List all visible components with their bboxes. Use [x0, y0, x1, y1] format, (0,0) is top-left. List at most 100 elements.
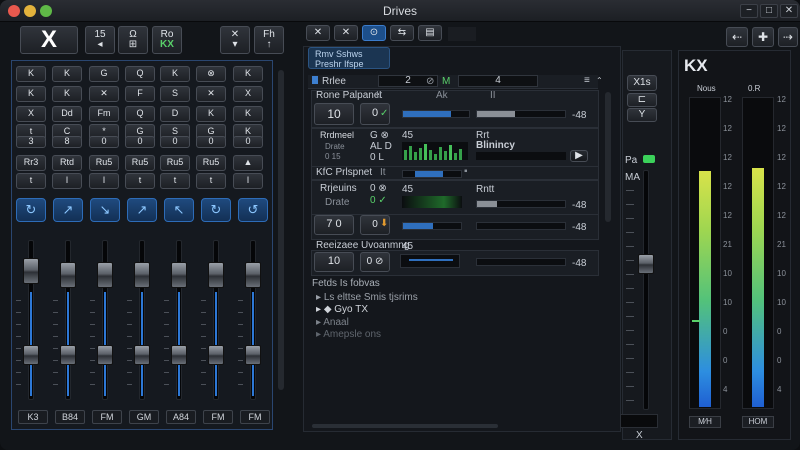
grid-key[interactable]: Fm	[89, 106, 119, 122]
left-scrollbar[interactable]	[278, 70, 284, 390]
arrow-button[interactable]: ↺	[238, 198, 268, 222]
fader-knob[interactable]	[97, 345, 113, 365]
toolbar-button[interactable]: ✕	[306, 25, 330, 41]
grid-key[interactable]: F	[125, 86, 155, 102]
fader-cap[interactable]	[23, 258, 39, 284]
prev-icon[interactable]: ⇠	[726, 27, 748, 47]
grid-key[interactable]: Rr3	[16, 155, 46, 171]
grid-key[interactable]: Q	[125, 106, 155, 122]
value-box-b[interactable]: 0 ⊘	[360, 252, 390, 272]
grid-key[interactable]: Ru5	[196, 155, 226, 171]
fader-knob[interactable]	[134, 345, 150, 365]
fader-knob[interactable]	[245, 345, 261, 365]
grid-key[interactable]: S	[160, 86, 190, 102]
play-button[interactable]: ▶	[570, 150, 588, 162]
side-button[interactable]: Y	[627, 108, 657, 122]
grid-key[interactable]: I	[52, 173, 82, 189]
grid-key[interactable]: 0	[233, 136, 263, 148]
fader-knob[interactable]	[171, 345, 187, 365]
grid-key[interactable]: K	[233, 66, 263, 82]
key-a[interactable]: 0 ⊗	[370, 183, 387, 194]
value-box[interactable]: 7 0	[314, 215, 354, 235]
side-fader-slot[interactable]	[643, 170, 649, 410]
arrow-button[interactable]: ↻	[16, 198, 46, 222]
tool-button-1[interactable]: 15 ◂	[85, 26, 115, 54]
maximize-button[interactable]: □	[760, 4, 778, 18]
grid-key[interactable]: 8	[52, 136, 82, 148]
grid-key[interactable]: 0	[125, 136, 155, 148]
grid-key[interactable]: X	[16, 106, 46, 122]
grid-key[interactable]: Ru5	[125, 155, 155, 171]
fader-cap[interactable]	[171, 262, 187, 288]
grid-key[interactable]: 0	[89, 136, 119, 148]
key-b[interactable]: 0 ✓	[370, 195, 387, 206]
toolbar-button[interactable]: ▤	[418, 25, 442, 41]
key-a[interactable]: G ⊗	[370, 130, 389, 141]
grid-key[interactable]: K	[233, 106, 263, 122]
key-b[interactable]: AL D	[370, 141, 392, 152]
fader-knob[interactable]	[60, 345, 76, 365]
tree-item[interactable]: ▸ ◆ Gyo TX	[316, 304, 368, 315]
grid-key[interactable]: K	[52, 86, 82, 102]
fader-cap[interactable]	[60, 262, 76, 288]
grid-key[interactable]: ⊗	[196, 66, 226, 82]
grid-key[interactable]: 3	[16, 136, 46, 148]
arrow-button[interactable]: ↗	[127, 198, 157, 222]
grid-key[interactable]: X	[233, 86, 263, 102]
grid-key[interactable]: K	[160, 66, 190, 82]
grid-key[interactable]: Ru5	[89, 155, 119, 171]
grid-key[interactable]: t	[125, 173, 155, 189]
right-meter-foot[interactable]: HOM	[742, 416, 774, 428]
tool-button-5[interactable]: Fh ↑	[254, 26, 284, 54]
arrow-button[interactable]: ↖	[164, 198, 194, 222]
toolbar-button[interactable]: ⊙	[362, 25, 386, 41]
tree-item[interactable]: ▸ Amepsle ons	[316, 329, 381, 340]
fader-knob[interactable]	[23, 345, 39, 365]
grid-key[interactable]: t	[16, 173, 46, 189]
arrow-button[interactable]: ↘	[90, 198, 120, 222]
add-icon[interactable]: ✚	[752, 27, 774, 47]
grid-key[interactable]: D	[160, 106, 190, 122]
grid-key[interactable]: Ru5	[160, 155, 190, 171]
fader-cap[interactable]	[97, 262, 113, 288]
side-button[interactable]: X1s	[627, 75, 657, 91]
arrow-button[interactable]: ↗	[53, 198, 83, 222]
key-c[interactable]: 0 L	[370, 152, 384, 163]
collapse-icon[interactable]: ⌃	[596, 76, 603, 85]
fader-cap[interactable]	[208, 262, 224, 288]
grid-key[interactable]: t	[196, 173, 226, 189]
minimize-button[interactable]: −	[740, 4, 758, 18]
grid-key[interactable]: 0	[196, 136, 226, 148]
tool-button-4[interactable]: ✕ ▾	[220, 26, 250, 54]
close-button[interactable]: ✕	[780, 4, 798, 18]
fader-cap[interactable]	[134, 262, 150, 288]
grid-key[interactable]: I	[89, 173, 119, 189]
header-value2[interactable]: 4	[458, 75, 538, 87]
fader-knob[interactable]	[208, 345, 224, 365]
grid-key[interactable]: I	[233, 173, 263, 189]
value-box[interactable]: 10	[314, 103, 354, 125]
grid-key[interactable]: 0	[160, 136, 190, 148]
grid-key[interactable]: K	[196, 106, 226, 122]
grid-key[interactable]: Q	[125, 66, 155, 82]
arrow-button[interactable]: ↻	[201, 198, 231, 222]
toolbar-button[interactable]: ✕	[334, 25, 358, 41]
grid-key[interactable]: t	[160, 173, 190, 189]
tool-button-2[interactable]: Ω ⊞	[118, 26, 148, 54]
grid-key[interactable]: K	[16, 66, 46, 82]
grid-key[interactable]: K	[16, 86, 46, 102]
tree-item[interactable]: ▸ Anaal	[316, 317, 349, 328]
next-icon[interactable]: ⇢	[778, 27, 798, 47]
grid-key[interactable]: G	[89, 66, 119, 82]
grid-key[interactable]: Dd	[52, 106, 82, 122]
mid-scrollbar[interactable]	[605, 92, 611, 222]
grid-key[interactable]: K	[52, 66, 82, 82]
horizontal-scrollbar[interactable]	[312, 424, 498, 428]
value-box[interactable]: 10	[314, 252, 354, 272]
grid-key[interactable]: Rtd	[52, 155, 82, 171]
side-button[interactable]: ⊏	[627, 93, 657, 107]
tool-button-3[interactable]: Ro KX	[152, 26, 182, 54]
grid-key[interactable]: ▲	[233, 155, 263, 171]
grid-key[interactable]: ✕	[89, 86, 119, 102]
toolbar-button[interactable]: ⇆	[390, 25, 414, 41]
